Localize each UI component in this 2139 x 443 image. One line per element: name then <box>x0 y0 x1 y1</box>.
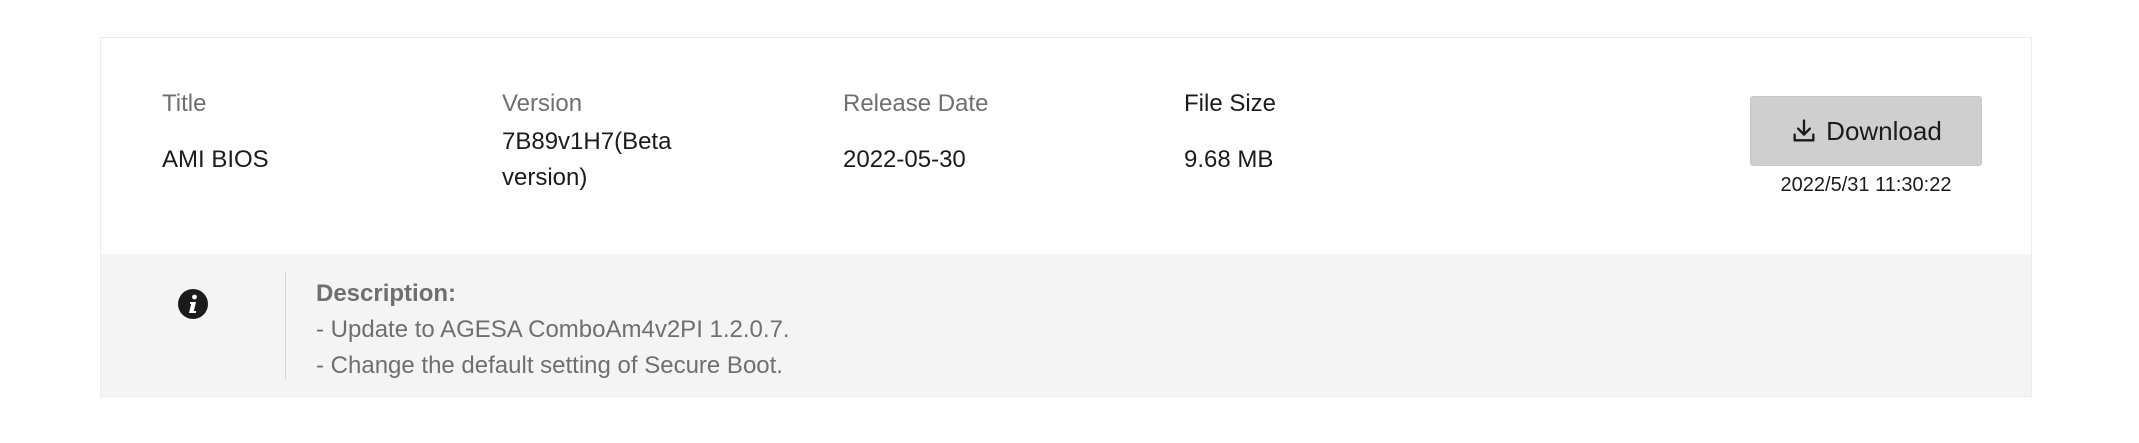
download-button[interactable]: Download <box>1750 96 1982 166</box>
file-size-value: 9.68 MB <box>1184 146 1274 173</box>
title-value: AMI BIOS <box>162 146 269 173</box>
file-size-label: File Size <box>1184 90 1277 117</box>
title-label: Title <box>162 90 207 117</box>
version-label: Version <box>502 90 583 117</box>
download-icon <box>1793 119 1815 142</box>
release-date-value: 2022-05-30 <box>843 146 966 173</box>
version-value: 7B89v1H7(Beta version) <box>502 128 672 191</box>
description-divider <box>285 272 286 380</box>
info-icon <box>178 289 208 319</box>
release-date-label: Release Date <box>843 90 989 117</box>
release-date-column-header: Release Date <box>843 88 988 120</box>
version-column-header: Version <box>502 88 582 120</box>
title-column-header: Title <box>162 88 206 120</box>
download-card: Title Version Release Date File Size AMI… <box>100 37 2032 397</box>
file-size-column-header: File Size <box>1184 88 1276 120</box>
description-text: Description: - Update to AGESA ComboAm4v… <box>316 276 790 384</box>
description-line: - Change the default setting of Secure B… <box>316 352 783 379</box>
upload-timestamp: 2022/5/31 11:30:22 <box>1780 174 1952 196</box>
file-info-row: Title Version Release Date File Size AMI… <box>101 38 2031 254</box>
description-line: - Update to AGESA ComboAm4v2PI 1.2.0.7. <box>316 316 790 343</box>
description-panel: Description: - Update to AGESA ComboAm4v… <box>101 254 2031 396</box>
description-heading: Description: <box>316 280 457 307</box>
download-area: Download 2022/5/31 11:30:22 <box>1750 96 1982 198</box>
download-button-label: Download <box>1826 115 1942 146</box>
